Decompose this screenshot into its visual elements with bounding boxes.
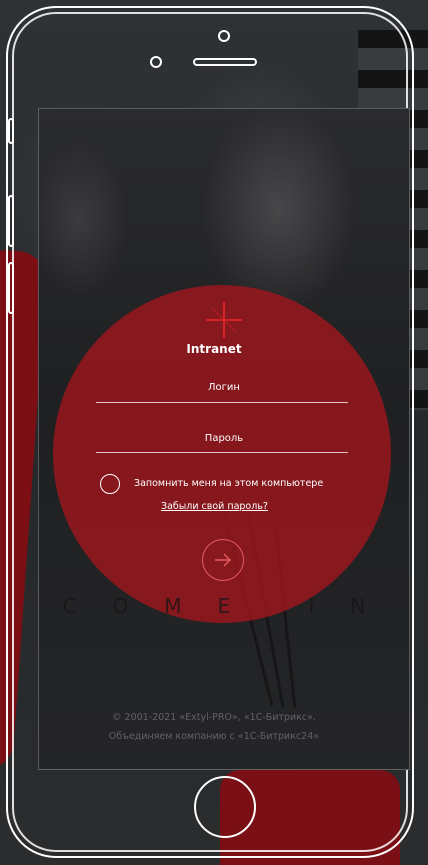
phone-speaker bbox=[193, 58, 257, 66]
tagline: COME IN bbox=[62, 594, 402, 618]
login-input[interactable] bbox=[96, 372, 352, 402]
phone-volume-down bbox=[8, 262, 14, 314]
submit-button[interactable] bbox=[202, 539, 244, 581]
password-underline bbox=[96, 452, 348, 453]
arrow-right-icon bbox=[215, 553, 232, 567]
brand-title: Intranet bbox=[186, 342, 242, 356]
phone-volume-up bbox=[8, 195, 14, 247]
remember-me-checkbox[interactable] bbox=[100, 474, 120, 494]
footer-copyright: © 2001-2021 «Extyl-PRO», «1С-Битрикс». bbox=[112, 712, 316, 723]
login-underline bbox=[96, 402, 348, 403]
password-input[interactable] bbox=[96, 423, 352, 453]
phone-sensor bbox=[218, 30, 230, 42]
remember-me-label[interactable]: Запомнить меня на этом компьютере bbox=[134, 478, 323, 489]
footer-slogan: Объединяем компанию с «1С-Битрикс24» bbox=[108, 731, 320, 742]
forgot-password-link[interactable]: Забыли свой пароль? bbox=[161, 501, 268, 512]
crosshair-logo-icon bbox=[206, 302, 242, 338]
phone-camera bbox=[150, 56, 162, 68]
phone-home-button bbox=[194, 776, 256, 838]
phone-mute-switch bbox=[8, 118, 14, 144]
